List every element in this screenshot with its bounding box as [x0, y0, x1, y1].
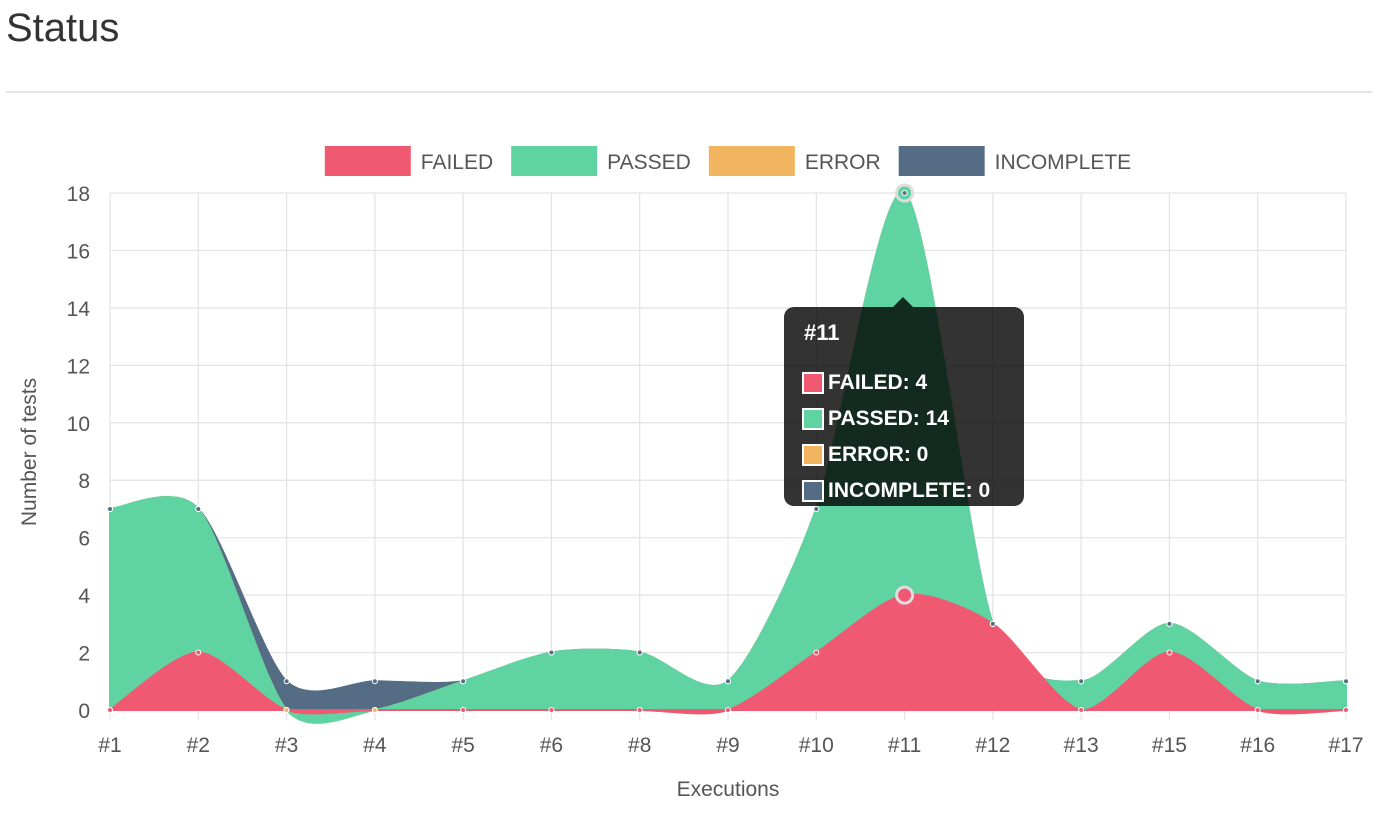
legend-item-passed[interactable]: PASSED [511, 146, 691, 176]
y-tick-label: 4 [78, 585, 90, 608]
point-incomplete-3[interactable] [283, 678, 290, 685]
tooltip-swatch-error [802, 444, 824, 466]
point-failed-2[interactable] [195, 649, 202, 656]
y-tick-label: 14 [67, 298, 91, 321]
point-incomplete-11[interactable] [901, 190, 908, 196]
y-tick-label: 18 [67, 183, 90, 206]
legend-label-failed: FAILED [421, 151, 493, 174]
legend-item-failed[interactable]: FAILED [324, 146, 493, 176]
x-tick-label: #4 [363, 734, 387, 757]
legend-label-passed: PASSED [607, 151, 691, 174]
tooltip-title: #11 [804, 320, 840, 345]
point-failed-17[interactable] [1343, 707, 1349, 713]
y-tick-label: 2 [78, 643, 90, 666]
tooltip-row-failed: FAILED: 4 [802, 365, 1004, 401]
y-tick-label: 16 [67, 240, 90, 263]
chart-legend[interactable]: FAILED PASSED ERROR INCOMPLETE [324, 146, 1132, 176]
x-tick-label: #3 [275, 734, 298, 757]
legend-swatch-passed [511, 146, 598, 176]
point-incomplete-8[interactable] [636, 649, 643, 656]
x-tick-label: #13 [1064, 734, 1099, 757]
y-axis-title: Number of tests [18, 378, 41, 526]
chart-tooltip: #11 FAILED: 4 PASSED: 14 ERROR: 0 INCOMP… [784, 297, 1024, 509]
tooltip-swatch-failed [802, 372, 824, 394]
x-axis-title: Executions [677, 778, 780, 801]
x-tick-label: #16 [1240, 734, 1275, 757]
y-tick-label: 6 [78, 528, 90, 551]
tooltip-row-passed: PASSED: 14 [802, 401, 1004, 437]
point-incomplete-1[interactable] [107, 505, 113, 512]
x-tick-label: #15 [1152, 734, 1187, 757]
tooltip-row-error: ERROR: 0 [802, 437, 1004, 473]
x-tick-label: #10 [799, 734, 834, 757]
point-error-4[interactable] [371, 707, 378, 713]
point-incomplete-17[interactable] [1343, 678, 1349, 685]
point-incomplete-4[interactable] [371, 678, 378, 685]
legend-item-error[interactable]: ERROR [708, 146, 881, 176]
legend-item-incomplete[interactable]: INCOMPLETE [898, 146, 1132, 176]
point-failed-10[interactable] [813, 649, 820, 656]
tooltip-row-incomplete: INCOMPLETE: 0 [802, 473, 1004, 509]
y-axis-ticks: 0 2 4 6 8 10 12 14 16 18 [67, 183, 91, 723]
point-failed-16[interactable] [1254, 707, 1261, 713]
tooltip-label-error: ERROR: 0 [828, 443, 929, 466]
legend-swatch-failed [324, 146, 411, 176]
point-incomplete-6[interactable] [548, 649, 555, 656]
y-tick-label: 0 [78, 700, 90, 723]
x-tick-label: #11 [888, 734, 921, 757]
x-tick-label: #2 [187, 734, 210, 757]
point-failed-9[interactable] [725, 707, 731, 713]
x-tick-label: #12 [975, 734, 1010, 757]
legend-swatch-incomplete [898, 146, 985, 176]
point-incomplete-15[interactable] [1166, 620, 1173, 627]
point-failed-5[interactable] [460, 707, 467, 713]
tooltip-label-passed: PASSED: 14 [828, 407, 949, 430]
x-axis-ticks: #1 #2 #3 #4 #5 #6 #8 #9 #10 #11 #12 #13 #15 #16 #17 [98, 734, 1363, 757]
point-failed-15[interactable] [1166, 649, 1173, 656]
point-incomplete-2[interactable] [195, 505, 202, 512]
tooltip-label-incomplete: INCOMPLETE: 0 [828, 479, 991, 502]
point-failed-11[interactable] [895, 585, 915, 605]
x-tick-label: #6 [540, 734, 563, 757]
tooltip-caret [893, 297, 913, 307]
status-chart[interactable]: 024681012141618 #1 #2 #3 #4 #5 #6 #8 #9 #10 #11 #1… [0, 0, 1388, 824]
tooltip-label-failed: FAILED: 4 [828, 371, 928, 394]
legend-swatch-error [708, 146, 795, 176]
x-tick-label: #5 [451, 734, 474, 757]
point-incomplete-16[interactable] [1254, 678, 1261, 685]
point-failed-1[interactable] [107, 707, 113, 713]
x-tick-label: #9 [716, 734, 739, 757]
point-failed-6[interactable] [548, 707, 555, 713]
point-incomplete-9[interactable] [725, 678, 731, 685]
x-tick-label: #8 [628, 734, 651, 757]
legend-label-incomplete: INCOMPLETE [995, 151, 1132, 174]
point-error-3[interactable] [283, 707, 290, 713]
y-tick-label: 8 [78, 470, 90, 493]
y-tick-label: 10 [67, 413, 90, 436]
point-incomplete-12[interactable] [989, 620, 996, 627]
point-failed-13[interactable] [1078, 707, 1085, 713]
legend-label-error: ERROR [805, 151, 881, 174]
y-tick-label: 12 [67, 355, 90, 378]
tooltip-swatch-incomplete [802, 480, 824, 502]
point-failed-8[interactable] [636, 707, 643, 713]
x-tick-label: #17 [1328, 734, 1363, 757]
tooltip-swatch-passed [802, 408, 824, 430]
point-incomplete-5[interactable] [460, 678, 467, 685]
point-incomplete-13[interactable] [1078, 678, 1085, 685]
x-tick-label: #1 [98, 734, 121, 757]
